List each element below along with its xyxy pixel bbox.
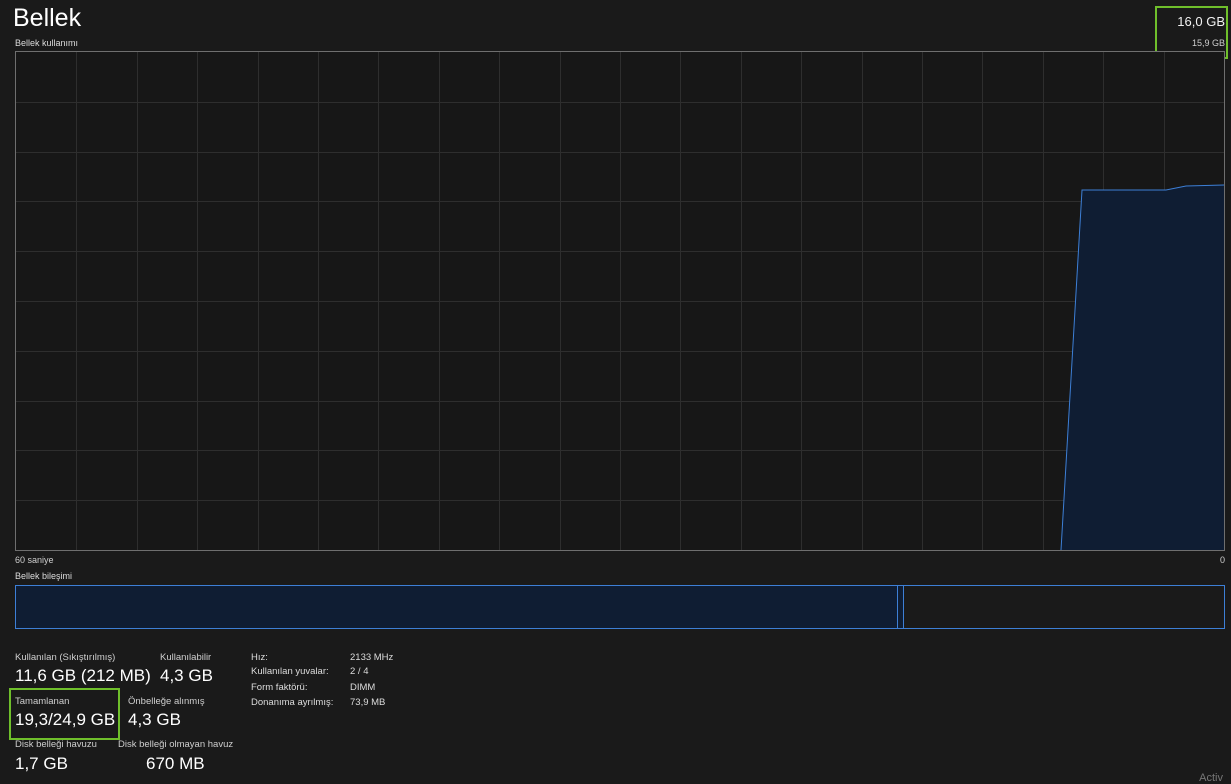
slots-value: 2 / 4 (350, 666, 369, 677)
slots-label: Kullanılan yuvalar: (251, 666, 329, 677)
form-factor-label: Form faktörü: (251, 682, 308, 693)
page-title: Bellek (13, 4, 82, 32)
activation-watermark: Activ (1199, 772, 1223, 784)
max-memory-value: 16,0 GB (1177, 14, 1225, 29)
time-axis-start: 60 saniye (15, 555, 54, 565)
speed-label: Hız: (251, 652, 268, 663)
speed-value: 2133 MHz (350, 652, 394, 663)
hardware-reserved-label: Donanıma ayrılmış: (251, 697, 334, 708)
memory-composition-bar (15, 585, 1225, 629)
graph-subtitle: Bellek kullanımı (15, 38, 79, 48)
in-use-label: Kullanılan (Sıkıştırılmış) (15, 652, 116, 663)
time-axis-end: 0 (1219, 555, 1225, 565)
paged-pool-value: 1,7 GB (15, 754, 68, 773)
available-label: Kullanılabilir (160, 652, 212, 663)
composition-label: Bellek bileşimi (15, 571, 73, 581)
nonpaged-pool-value: 670 MB (146, 754, 205, 773)
cached-value: 4,3 GB (128, 710, 181, 729)
usage-area (1061, 185, 1224, 550)
max-memory-sub-value: 15,9 GB (1191, 38, 1225, 48)
hardware-reserved-value: 73,9 MB (350, 697, 386, 708)
committed-label: Tamamlanan (15, 696, 70, 707)
in-use-value: 11,6 GB (212 MB) (15, 666, 151, 685)
cached-label: Önbelleğe alınmış (128, 696, 205, 707)
composition-in-use (16, 586, 898, 628)
composition-modified (898, 586, 904, 628)
committed-value: 19,3/24,9 GB (15, 710, 116, 729)
memory-usage-graph (15, 51, 1225, 551)
form-factor-value: DIMM (350, 682, 376, 693)
paged-pool-label: Disk belleği havuzu (15, 739, 97, 750)
graph-grid (16, 52, 1224, 550)
memory-usage-chart (16, 52, 1224, 550)
available-value: 4,3 GB (160, 666, 213, 685)
nonpaged-pool-label: Disk belleği olmayan havuz (118, 739, 234, 750)
